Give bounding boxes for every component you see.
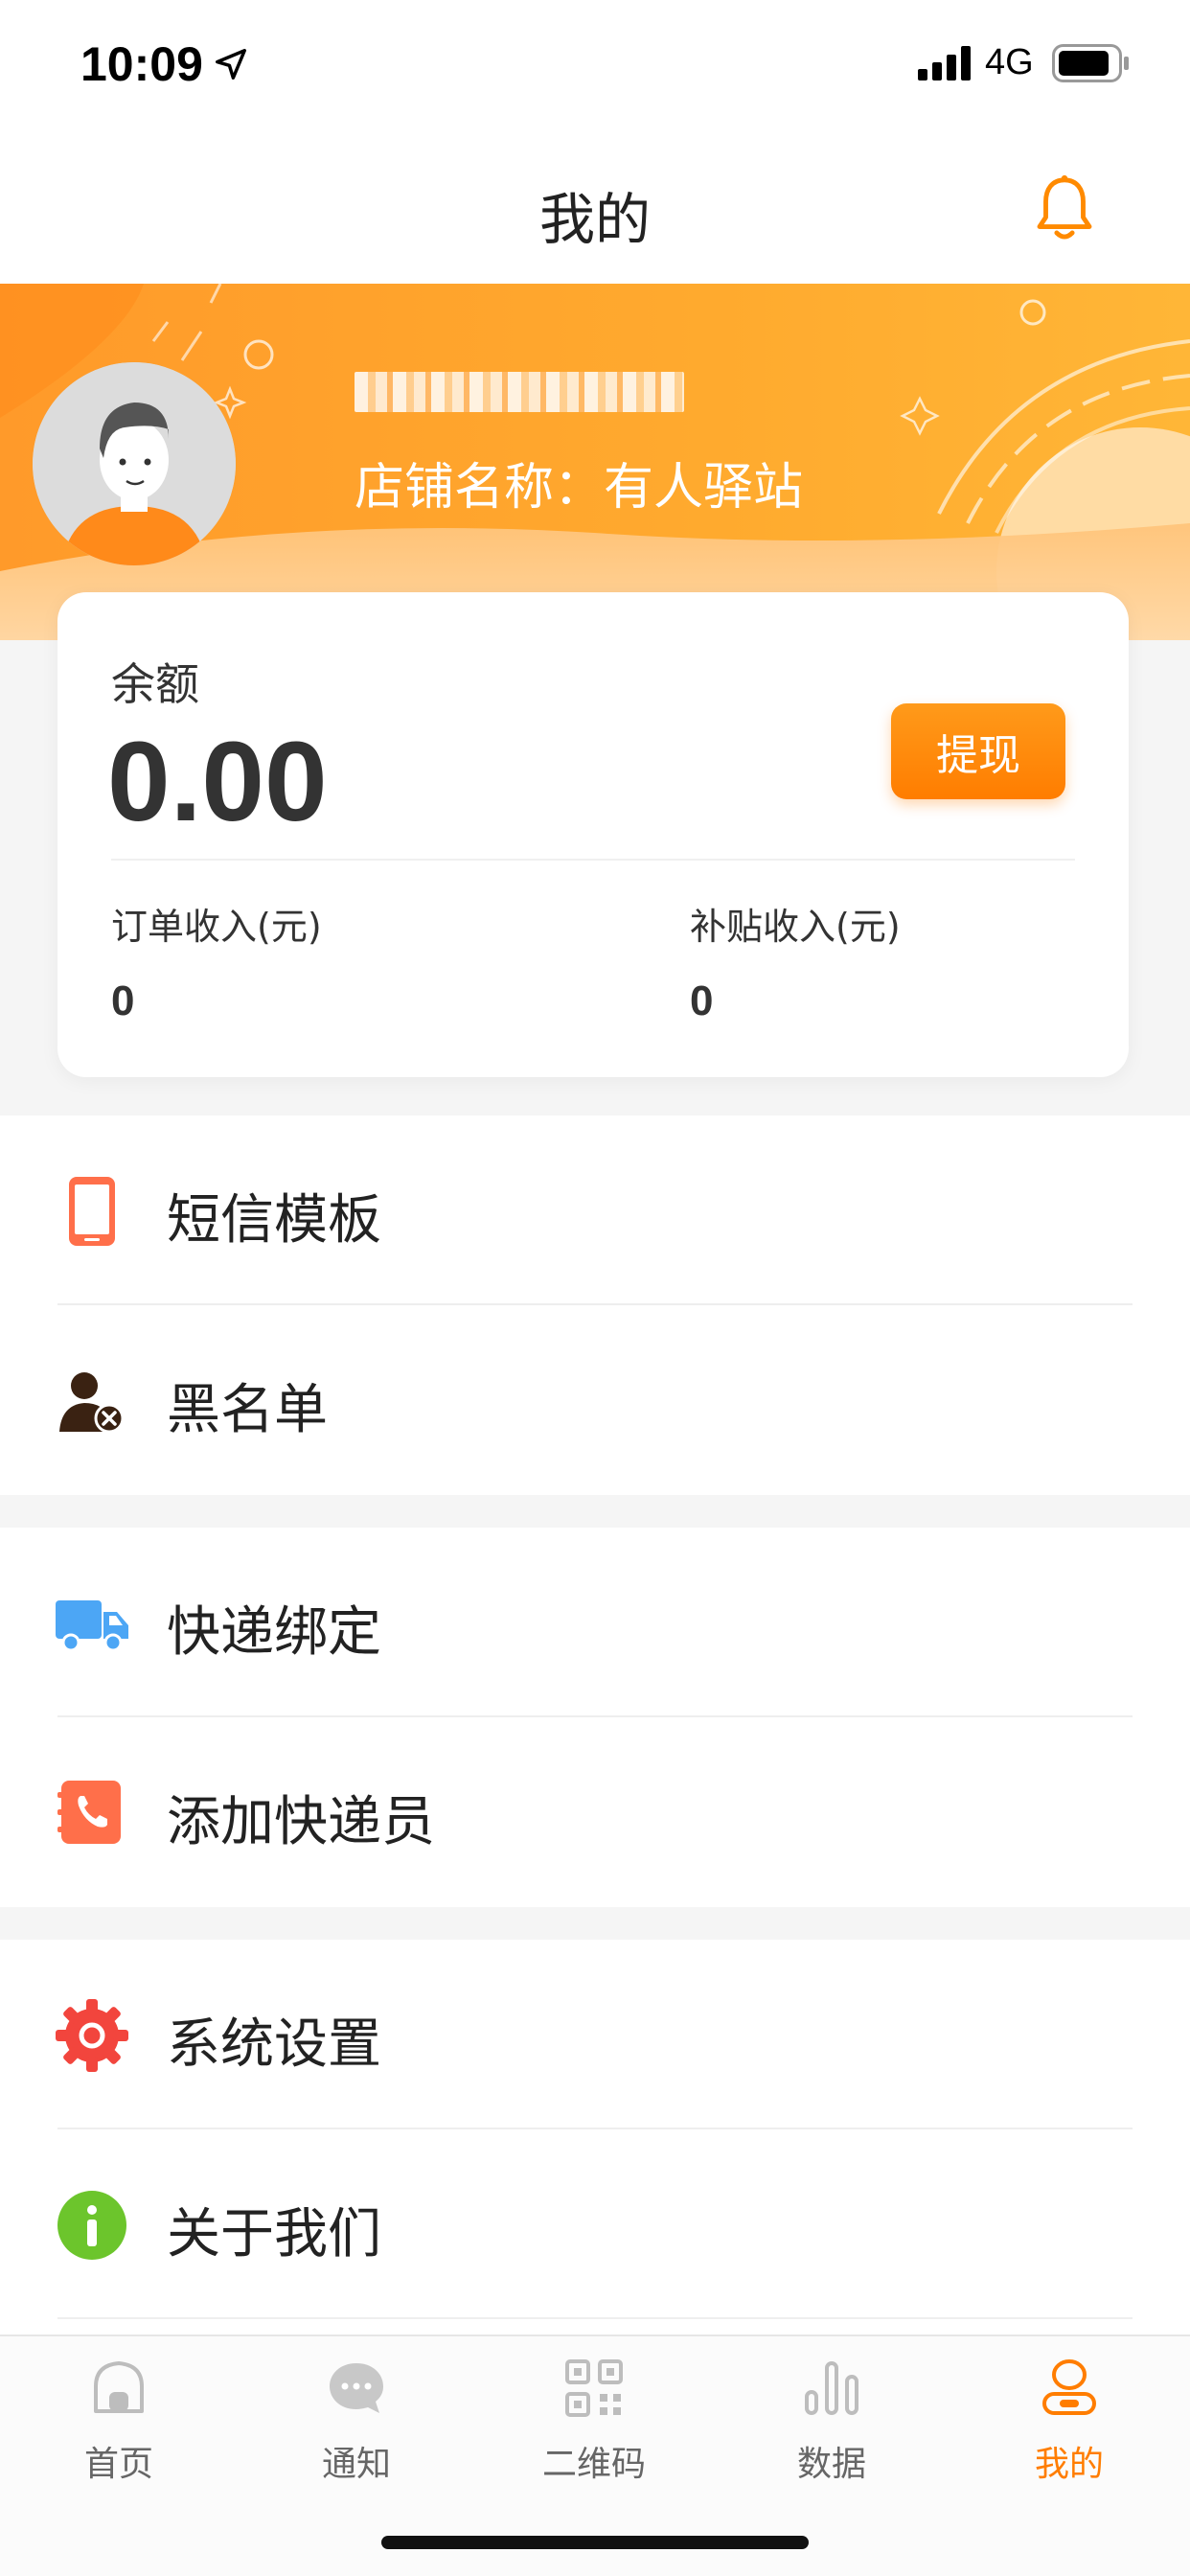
menu-item-label: 短信模板 — [167, 1189, 381, 1252]
shop-name: 店铺名称：有人驿站 — [355, 459, 804, 517]
bell-icon[interactable] — [1027, 171, 1102, 245]
phone-icon — [69, 1177, 115, 1246]
page-title: 我的 — [538, 187, 651, 252]
menu-item-system-settings[interactable]: 系统设置 — [0, 1940, 1190, 2129]
tab-mine[interactable]: 我的 — [950, 2346, 1188, 2499]
menu-item-label: 黑名单 — [167, 1379, 328, 1441]
menu-item-courier-binding[interactable]: 快递绑定 — [0, 1528, 1190, 1717]
contact-phone-icon — [57, 1781, 121, 1844]
tab-data[interactable]: 数据 — [713, 2346, 950, 2499]
balance-label: 余额 — [111, 658, 199, 710]
menu-item-label: 添加快递员 — [167, 1791, 435, 1853]
menu-item-about-us[interactable]: 关于我们 — [0, 2129, 1190, 2319]
user-avatar-icon — [33, 362, 236, 565]
home-indicator — [381, 2536, 809, 2549]
card-divider — [111, 859, 1075, 861]
balance-value: 0.00 — [107, 719, 328, 845]
order-income-value: 0 — [111, 978, 135, 1024]
nav-bar: 我的 — [0, 134, 1190, 284]
subsidy-income-value: 0 — [690, 978, 714, 1024]
gear-icon — [56, 1999, 128, 2072]
menu-item-blacklist[interactable]: 黑名单 — [0, 1305, 1190, 1495]
info-icon — [57, 2191, 126, 2260]
tab-label: 首页 — [83, 2445, 153, 2484]
home-icon — [94, 2361, 144, 2413]
chat-icon — [330, 2363, 383, 2413]
user-block-icon — [59, 1372, 125, 1434]
menu-item-label: 关于我们 — [167, 2203, 381, 2266]
balance-card: 余额 0.00 提现 订单收入(元) 0 补贴收入(元) 0 — [57, 592, 1129, 1077]
menu-item-label: 快递绑定 — [167, 1601, 381, 1664]
phone-number-masked — [355, 372, 684, 412]
avatar[interactable] — [33, 362, 236, 565]
truck-icon — [56, 1600, 128, 1652]
qr-code-icon — [565, 2359, 623, 2417]
user-icon — [1042, 2359, 1096, 2415]
menu-item-sms-template[interactable]: 短信模板 — [0, 1116, 1190, 1305]
menu-group-1: 短信模板 黑名单 — [0, 1116, 1190, 1495]
menu-item-add-courier[interactable]: 添加快递员 — [0, 1717, 1190, 1907]
subsidy-income-label: 补贴收入(元) — [690, 906, 901, 948]
tab-notify[interactable]: 通知 — [238, 2346, 475, 2499]
menu-item-label: 系统设置 — [167, 2013, 381, 2076]
battery-icon — [1052, 44, 1129, 82]
divider — [57, 2317, 1133, 2319]
tab-label: 数据 — [796, 2445, 866, 2484]
tab-label: 我的 — [1034, 2445, 1104, 2484]
location-arrow-icon — [216, 49, 246, 80]
status-time: 10:09 — [80, 37, 203, 91]
menu-group-2: 快递绑定 添加快递员 — [0, 1528, 1190, 1907]
tab-label: 二维码 — [541, 2445, 646, 2484]
status-bar: 10:09 4G — [0, 0, 1190, 134]
order-income-label: 订单收入(元) — [111, 906, 322, 948]
network-type: 4G — [985, 42, 1034, 82]
bar-chart-icon — [805, 2361, 858, 2415]
tab-home[interactable]: 首页 — [0, 2346, 238, 2499]
tab-qr-code[interactable]: 二维码 — [475, 2346, 713, 2499]
signal-icon — [918, 46, 971, 80]
withdraw-button[interactable]: 提现 — [891, 703, 1065, 799]
menu-group-3: 系统设置 关于我们 — [0, 1940, 1190, 2334]
tab-label: 通知 — [321, 2445, 391, 2484]
